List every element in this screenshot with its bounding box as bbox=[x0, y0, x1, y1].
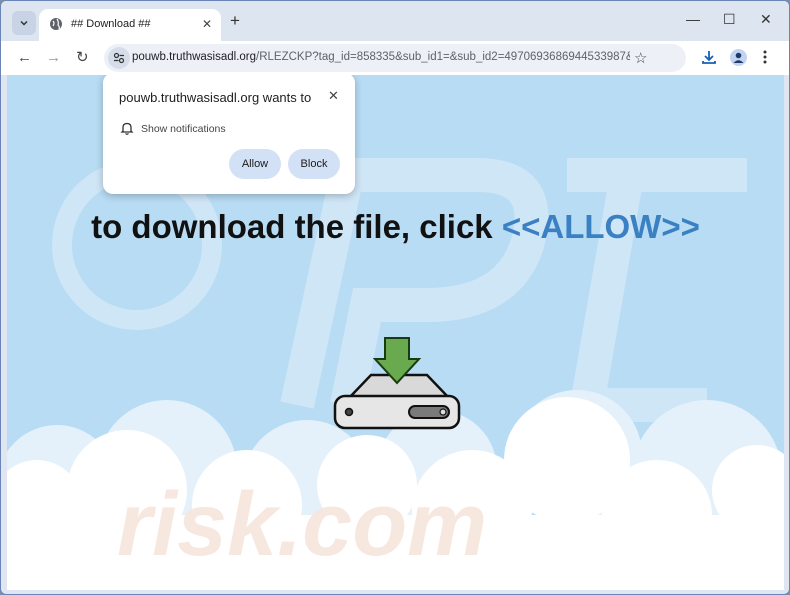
chevron-down-icon bbox=[20, 20, 28, 26]
globe-icon bbox=[50, 18, 62, 30]
reload-button[interactable]: ↻ bbox=[76, 50, 89, 66]
address-bar[interactable]: pouwb.truthwasisadl.org/RLEZCKP?tag_id=8… bbox=[104, 44, 686, 72]
profile-icon[interactable] bbox=[730, 49, 747, 66]
block-button[interactable]: Block bbox=[288, 149, 340, 179]
browser-window: ## Download ## ✕ + — ☐ ✕ ← → ↻ pouwb.tru… bbox=[0, 0, 790, 595]
tab-dropdown-button[interactable] bbox=[12, 11, 36, 35]
headline-prefix: to download the file, click bbox=[91, 208, 502, 245]
menu-icon[interactable] bbox=[762, 49, 768, 65]
popup-close-button[interactable]: ✕ bbox=[328, 88, 339, 104]
url-text[interactable]: pouwb.truthwasisadl.org/RLEZCKP?tag_id=8… bbox=[132, 51, 630, 63]
back-button[interactable]: ← bbox=[17, 50, 32, 66]
bell-icon bbox=[120, 122, 134, 135]
popup-title: pouwb.truthwasisadl.org wants to bbox=[119, 90, 312, 105]
minimize-button[interactable]: — bbox=[686, 11, 700, 27]
url-host: pouwb.truthwasisadl.org bbox=[132, 51, 257, 63]
site-info-button[interactable] bbox=[108, 47, 130, 69]
page-headline: to download the file, click <<ALLOW>> bbox=[7, 208, 784, 246]
bookmark-star-button[interactable]: ☆ bbox=[634, 49, 647, 67]
permission-label: Show notifications bbox=[141, 123, 226, 135]
toolbar: ← → ↻ pouwb.truthwasisadl.org/RLEZCKP?ta… bbox=[1, 41, 789, 75]
page-content: risk.com to download the file, click <<A… bbox=[7, 75, 784, 590]
drive-icon bbox=[333, 337, 461, 430]
active-tab[interactable]: ## Download ## ✕ bbox=[39, 9, 221, 41]
headline-allow: <<ALLOW>> bbox=[501, 208, 700, 245]
notification-permission-popup: pouwb.truthwasisadl.org wants to ✕ Show … bbox=[103, 75, 355, 194]
url-path: /RLEZCKP?tag_id=858335&sub_id1=&sub_id2=… bbox=[256, 51, 630, 63]
new-tab-button[interactable]: + bbox=[230, 11, 240, 31]
tab-title: ## Download ## bbox=[71, 18, 151, 30]
tab-bar: ## Download ## ✕ + — ☐ ✕ bbox=[1, 1, 789, 41]
svg-text:risk.com: risk.com bbox=[117, 475, 487, 575]
forward-button[interactable]: → bbox=[46, 50, 61, 66]
download-icon[interactable] bbox=[701, 49, 717, 65]
maximize-button[interactable]: ☐ bbox=[723, 11, 736, 28]
allow-button[interactable]: Allow bbox=[229, 149, 281, 179]
site-info-icon bbox=[113, 52, 125, 64]
tab-close-button[interactable]: ✕ bbox=[202, 17, 212, 31]
window-close-button[interactable]: ✕ bbox=[760, 11, 772, 28]
